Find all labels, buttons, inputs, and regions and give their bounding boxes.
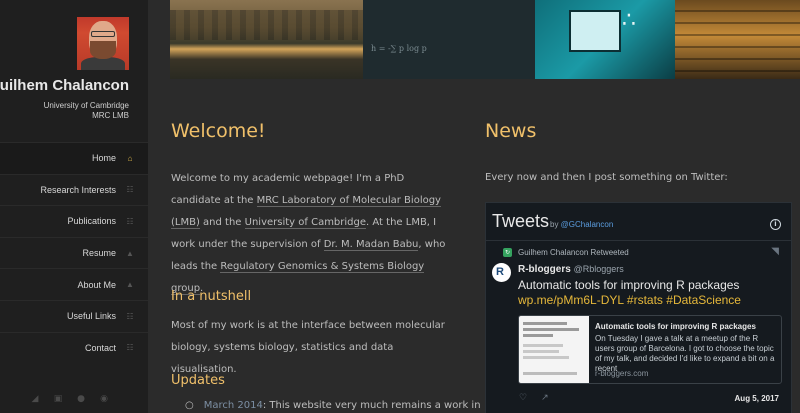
retweeted-label[interactable]: Guilhem Chalancon Retweeted (518, 248, 629, 257)
grid-icon: ☷ (126, 343, 134, 353)
timeline-byline: by @GChalancon (550, 220, 614, 229)
sidebar: Guilhem Chalancon University of Cambridg… (0, 0, 148, 413)
sidebar-item-contact[interactable]: Contact ☷ (0, 331, 148, 364)
sidebar-item-useful-links[interactable]: Useful Links ☷ (0, 299, 148, 332)
timeline-handle-link[interactable]: @GChalancon (561, 220, 614, 229)
card-description: On Tuesday I gave a talk at a meetup of … (595, 334, 775, 373)
grid-icon: ☷ (126, 311, 134, 321)
grid-icon: ☷ (126, 185, 134, 195)
tweet-link[interactable]: wp.me/pMm6L-DYL #rstats #DataScience (518, 293, 783, 308)
tweet-author-avatar[interactable]: R (492, 263, 511, 282)
sidebar-item-label: About Me (77, 279, 116, 290)
github-icon[interactable]: ● (76, 394, 86, 404)
twitter-timeline-widget[interactable]: Tweets by @GChalancon i ↻ Guilhem Chalan… (485, 202, 792, 413)
sidebar-item-home[interactable]: Home ⌂ (0, 142, 148, 174)
sidebar-item-label: Research Interests (40, 184, 116, 195)
sidebar-item-research-interests[interactable]: Research Interests ☷ (0, 173, 148, 206)
affiliation: University of Cambridge (43, 101, 129, 110)
header-banner: h = -∑ p log p ∴ (170, 0, 800, 79)
info-icon[interactable]: i (770, 219, 781, 230)
sidebar-item-label: Resume (82, 248, 116, 259)
phylogeny-icon: ∴ (622, 8, 636, 33)
home-icon: ⌂ (127, 153, 133, 163)
banner-image-lab (535, 0, 675, 79)
card-thumbnail (519, 316, 589, 383)
affiliation: MRC LMB (92, 111, 129, 120)
card-title: Automatic tools for improving R packages (595, 322, 756, 331)
banner-image-formula: h = -∑ p log p (363, 0, 535, 79)
intro-text: and the (199, 217, 245, 228)
user-icon: ▲ (126, 248, 134, 258)
share-icon[interactable]: ↗ (541, 393, 549, 403)
timeline-title: Tweets (492, 211, 550, 231)
sidebar-item-label: Useful Links (66, 311, 116, 322)
avatar (77, 17, 129, 70)
welcome-title: Welcome! (171, 120, 266, 142)
social-links: ◢ ▣ ● ◉ (30, 394, 109, 404)
twitter-bird-icon[interactable]: ◥ (771, 246, 779, 257)
news-title: News (485, 120, 537, 142)
sidebar-item-label: Home (91, 153, 116, 164)
retweet-icon: ↻ (503, 248, 512, 257)
tweet-date[interactable]: Aug 5, 2017 (735, 394, 779, 403)
twitter-icon[interactable]: ◢ (30, 394, 40, 404)
cambridge-link[interactable]: University of Cambridge (244, 217, 367, 229)
linkedin-icon[interactable]: ▣ (53, 394, 63, 404)
researchgate-icon[interactable]: ◉ (99, 394, 109, 404)
timeline-header: Tweets by @GChalancon i (486, 203, 791, 241)
tweet-author-handle: @Rbloggers (573, 264, 624, 274)
sidebar-nav: Home ⌂ Research Interests ☷ Publications… (0, 142, 148, 363)
sidebar-item-label: Publications (67, 216, 116, 227)
update-item: ○ March 2014: This website very much rema… (185, 400, 481, 411)
nutshell-paragraph: Most of my work is at the interface betw… (171, 320, 445, 375)
site-owner-name[interactable]: Guilhem Chalancon (0, 77, 129, 94)
banner-image-river (170, 0, 363, 79)
intro-paragraph: Welcome to my academic webpage! I'm a Ph… (171, 168, 456, 300)
grid-icon: ☷ (126, 216, 134, 226)
tweet-author[interactable]: R-bloggers @Rbloggers (518, 264, 624, 275)
update-date[interactable]: March 2014 (204, 400, 263, 411)
sidebar-item-about-me[interactable]: About Me ▲ (0, 268, 148, 300)
card-url: r-bloggers.com (595, 369, 649, 378)
updates-heading: Updates (171, 373, 225, 388)
tweet-actions: ♡ ↗ (519, 393, 549, 403)
tweet-text: Automatic tools for improving R packages… (518, 278, 783, 308)
nutshell-heading: In a nutshell (171, 289, 252, 304)
sidebar-item-resume[interactable]: Resume ▲ (0, 236, 148, 269)
link-preview-card[interactable]: Automatic tools for improving R packages… (518, 315, 782, 384)
banner-image-library (675, 0, 800, 79)
like-icon[interactable]: ♡ (519, 393, 527, 403)
sidebar-item-publications[interactable]: Publications ☷ (0, 205, 148, 237)
bullet-icon: ○ (185, 400, 194, 411)
user-icon: ▲ (126, 280, 134, 290)
update-text: : This website very much remains a work … (262, 400, 481, 411)
sidebar-item-label: Contact (84, 342, 116, 353)
news-intro: Every now and then I post something on T… (485, 172, 728, 183)
supervisor-link[interactable]: Dr. M. Madan Babu (323, 239, 419, 251)
